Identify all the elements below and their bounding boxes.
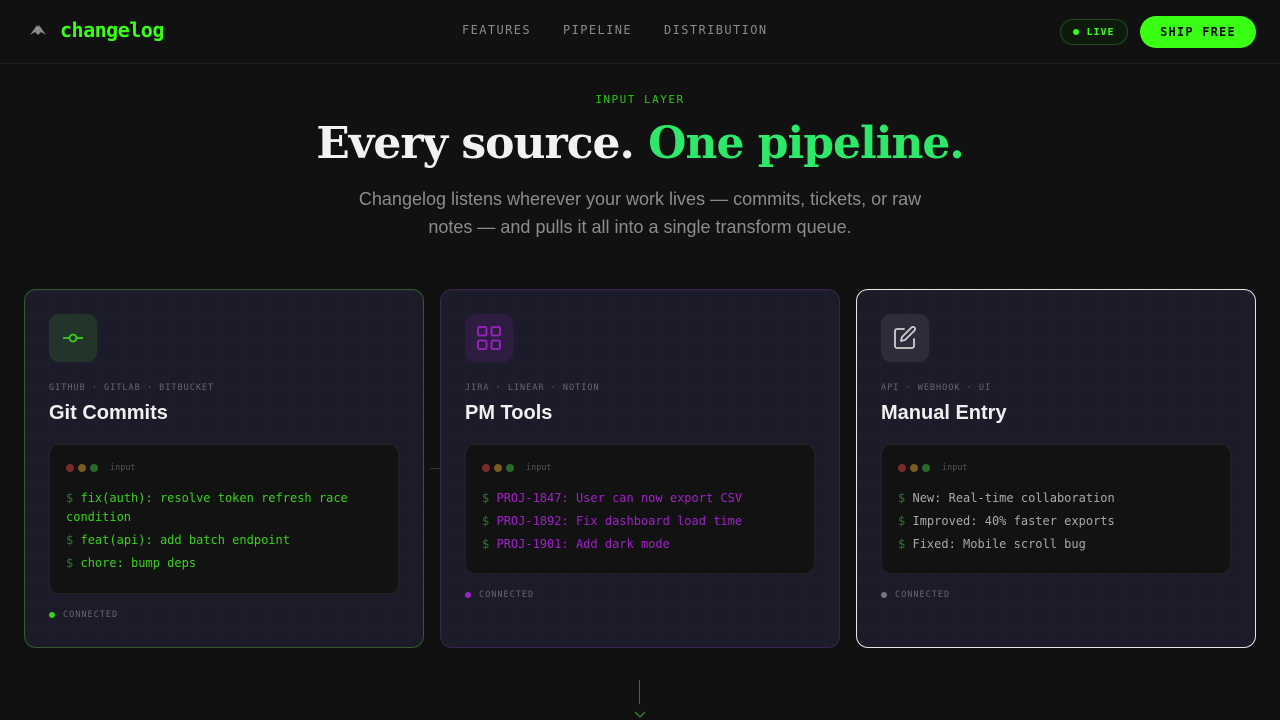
bird-icon (30, 25, 46, 35)
line-text: PROJ-1847: User can now export CSV (496, 491, 743, 505)
prompt-symbol: $ (66, 533, 74, 547)
prompt-symbol: $ (482, 537, 490, 551)
status-dot-icon (881, 592, 887, 598)
card-title: Manual Entry (881, 402, 1007, 424)
terminal-line: $ PROJ-1901: Add dark mode (482, 535, 802, 554)
window-minimize-dot-icon (910, 464, 918, 472)
prompt-symbol: $ (898, 537, 906, 551)
live-badge-label: LIVE (1086, 26, 1115, 38)
git-commit-icon (49, 314, 97, 362)
section-eyebrow: INPUT LAYER (595, 93, 685, 106)
terminal-label: input (526, 463, 552, 473)
status-label: CONNECTED (479, 590, 535, 600)
window-maximize-dot-icon (90, 464, 98, 472)
card-title: Git Commits (49, 402, 168, 424)
terminal-lines: $ New: Real-time collaboration $ Improve… (898, 489, 1218, 558)
connection-status: CONNECTED (881, 590, 950, 600)
headline-accent: One pipeline. (648, 118, 965, 169)
nav-link-distribution[interactable]: DISTRIBUTION (664, 23, 768, 37)
line-text: Fixed: Mobile scroll bug (912, 537, 1086, 551)
source-card-manual-entry[interactable]: API · WEBHOOK · UI Manual Entry input $ … (856, 289, 1256, 648)
line-text: fix(auth): resolve token refresh race co… (66, 491, 348, 524)
live-badge: LIVE (1060, 19, 1128, 45)
window-minimize-dot-icon (78, 464, 86, 472)
status-dot-icon (49, 612, 55, 618)
pipeline-flow-line (639, 680, 640, 704)
window-maximize-dot-icon (506, 464, 514, 472)
ship-free-button[interactable]: SHIP FREE (1140, 16, 1256, 48)
card-title: PM Tools (465, 402, 553, 424)
nav-link-features[interactable]: FEATURES (462, 23, 531, 37)
line-text: chore: bump deps (80, 556, 197, 570)
terminal-line: $ Fixed: Mobile scroll bug (898, 535, 1218, 554)
prompt-symbol: $ (482, 491, 490, 505)
terminal-line: $ chore: bump deps (66, 554, 386, 573)
card-sources: JIRA · LINEAR · NOTION (465, 383, 600, 393)
section-headline: Every source. One pipeline. (0, 118, 1280, 169)
terminal-titlebar: input (482, 463, 552, 473)
terminal-label: input (110, 463, 136, 473)
status-dot-icon (465, 592, 471, 598)
terminal-preview: input $ fix(auth): resolve token refresh… (49, 444, 399, 594)
source-card-git[interactable]: GITHUB · GITLAB · BITBUCKET Git Commits … (24, 289, 424, 648)
prompt-symbol: $ (482, 514, 490, 528)
terminal-preview: input $ PROJ-1847: User can now export C… (465, 444, 815, 574)
live-dot-icon (1073, 29, 1080, 35)
chevron-down-icon (634, 711, 646, 719)
terminal-line: $ Improved: 40% faster exports (898, 512, 1218, 531)
terminal-titlebar: input (898, 463, 968, 473)
terminal-lines: $ PROJ-1847: User can now export CSV $ P… (482, 489, 802, 558)
terminal-line: $ PROJ-1847: User can now export CSV (482, 489, 802, 508)
connection-status: CONNECTED (465, 590, 534, 600)
terminal-titlebar: input (66, 463, 136, 473)
logo-text: changelog (60, 18, 164, 42)
terminal-lines: $ fix(auth): resolve token refresh race … (66, 489, 386, 577)
status-label: CONNECTED (63, 610, 119, 620)
line-text: New: Real-time collaboration (912, 491, 1115, 505)
line-text: feat(api): add batch endpoint (80, 533, 290, 547)
prompt-symbol: $ (66, 491, 74, 505)
logo[interactable]: changelog (28, 18, 164, 42)
top-nav-bar: changelog FEATURES PIPELINE DISTRIBUTION… (0, 0, 1280, 64)
prompt-symbol: $ (898, 514, 906, 528)
main-nav: FEATURES PIPELINE DISTRIBUTION (462, 23, 768, 37)
terminal-line: $ New: Real-time collaboration (898, 489, 1218, 508)
prompt-symbol: $ (898, 491, 906, 505)
headline-main: Every source. (316, 118, 635, 169)
terminal-line: $ fix(auth): resolve token refresh race … (66, 489, 386, 527)
card-sources: GITHUB · GITLAB · BITBUCKET (49, 383, 215, 393)
terminal-label: input (942, 463, 968, 473)
card-sources: API · WEBHOOK · UI (881, 383, 992, 393)
edit-icon (881, 314, 929, 362)
terminal-line: $ feat(api): add batch endpoint (66, 531, 386, 550)
terminal-line: $ PROJ-1892: Fix dashboard load time (482, 512, 802, 531)
connection-status: CONNECTED (49, 610, 118, 620)
prompt-symbol: $ (66, 556, 74, 570)
window-maximize-dot-icon (922, 464, 930, 472)
window-close-dot-icon (482, 464, 490, 472)
window-close-dot-icon (66, 464, 74, 472)
source-card-pm-tools[interactable]: JIRA · LINEAR · NOTION PM Tools input $ … (440, 289, 840, 648)
section-subtitle: Changelog listens wherever your work liv… (358, 189, 922, 237)
line-text: Improved: 40% faster exports (912, 514, 1115, 528)
status-label: CONNECTED (895, 590, 951, 600)
terminal-preview: input $ New: Real-time collaboration $ I… (881, 444, 1231, 574)
grid-icon (465, 314, 513, 362)
window-minimize-dot-icon (494, 464, 502, 472)
nav-link-pipeline[interactable]: PIPELINE (563, 23, 632, 37)
line-text: PROJ-1901: Add dark mode (496, 537, 670, 551)
window-close-dot-icon (898, 464, 906, 472)
line-text: PROJ-1892: Fix dashboard load time (496, 514, 743, 528)
